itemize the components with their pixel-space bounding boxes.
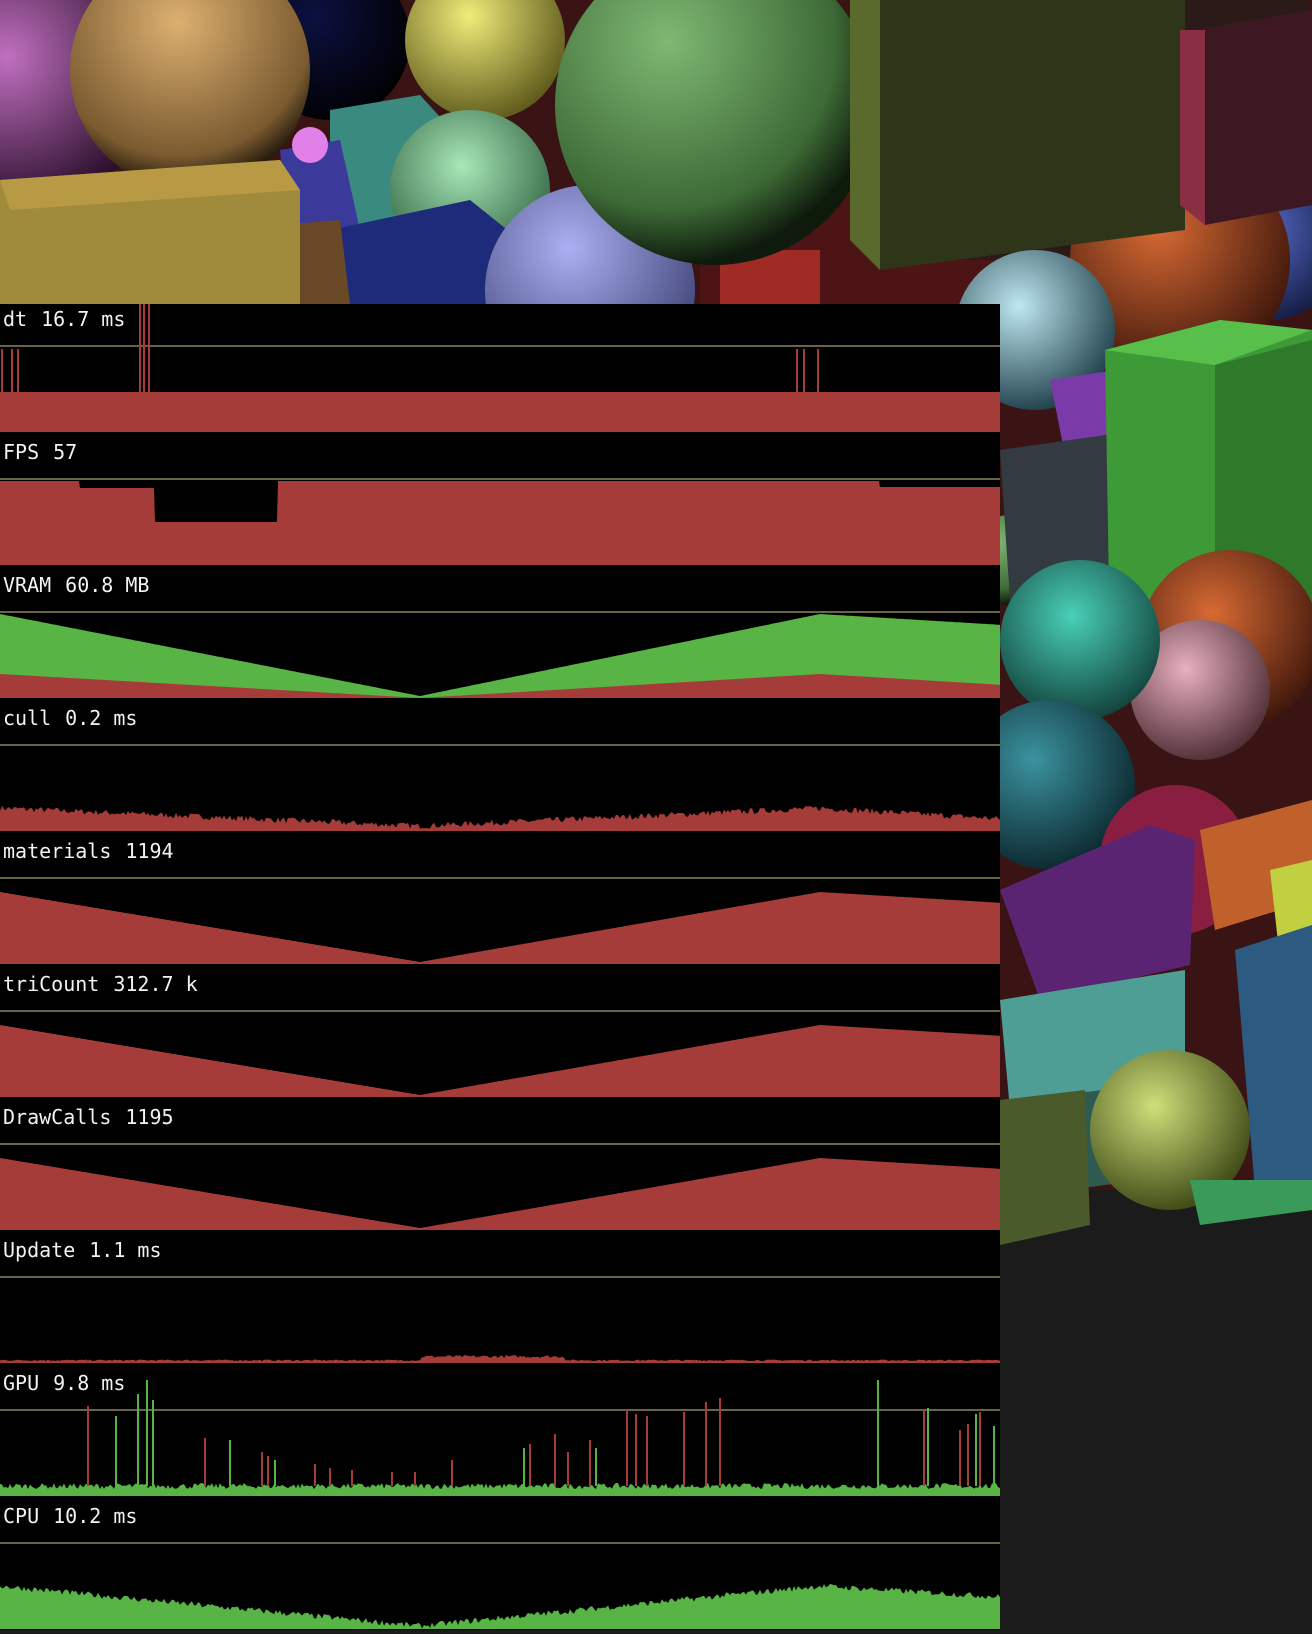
cpu-graph: CPU 10.2 ms [0,1501,1000,1634]
cull-graph-canvas [0,744,1000,831]
update-series [0,1355,1000,1363]
vram-label: VRAM [3,573,52,597]
vram-graph-canvas [0,611,1000,698]
cpu-value: 10.2 ms [53,1504,138,1528]
performance-stats-panel: dt 16.7 ms FPS 57 VRAM 60.8 MB cull 0.2 ms m… [0,304,1000,1630]
dt-graph: dt 16.7 ms [0,304,1000,437]
tricount-graph: triCount 312.7 k [0,969,1000,1102]
cpu-graph-canvas [0,1542,1000,1629]
vram-value: 60.8 MB [65,573,150,597]
update-value: 1.1 ms [89,1238,162,1262]
cull-series [0,805,1000,831]
dt-value: 16.7 ms [41,307,126,331]
fps-graph: FPS 57 [0,437,1000,570]
materials-value: 1194 [125,839,174,863]
tricount-label: triCount [3,972,100,996]
fps-label: FPS [3,440,40,464]
dt-label: dt [3,307,28,331]
vram-graph: VRAM 60.8 MB [0,570,1000,703]
tricount-series [0,1025,1000,1097]
gpu-label: GPU [3,1371,40,1395]
tricount-value: 312.7 k [113,972,198,996]
cpu-label: CPU [3,1504,40,1528]
gpu-graph: GPU 9.8 ms [0,1368,1000,1501]
cull-value: 0.2 ms [65,706,138,730]
dt-graph-canvas [0,304,1000,432]
fps-value: 57 [53,440,78,464]
drawcalls-graph: DrawCalls 1195 [0,1102,1000,1235]
update-label: Update [3,1238,76,1262]
cull-graph: cull 0.2 ms [0,703,1000,836]
cull-label: cull [3,706,52,730]
gpu-graph-canvas [0,1380,1000,1496]
materials-series [0,892,1000,964]
update-graph: Update 1.1 ms [0,1235,1000,1368]
cpu-series [0,1584,1000,1629]
gpu-value: 9.8 ms [53,1371,126,1395]
gpu-baseline-series [0,1483,1000,1496]
drawcalls-value: 1195 [125,1105,174,1129]
fps-series [0,481,1000,565]
drawcalls-label: DrawCalls [3,1105,112,1129]
materials-label: materials [3,839,112,863]
dt-series [0,392,1000,432]
drawcalls-series [0,1158,1000,1230]
fps-graph-canvas [0,478,1000,565]
materials-graph: materials 1194 [0,836,1000,969]
